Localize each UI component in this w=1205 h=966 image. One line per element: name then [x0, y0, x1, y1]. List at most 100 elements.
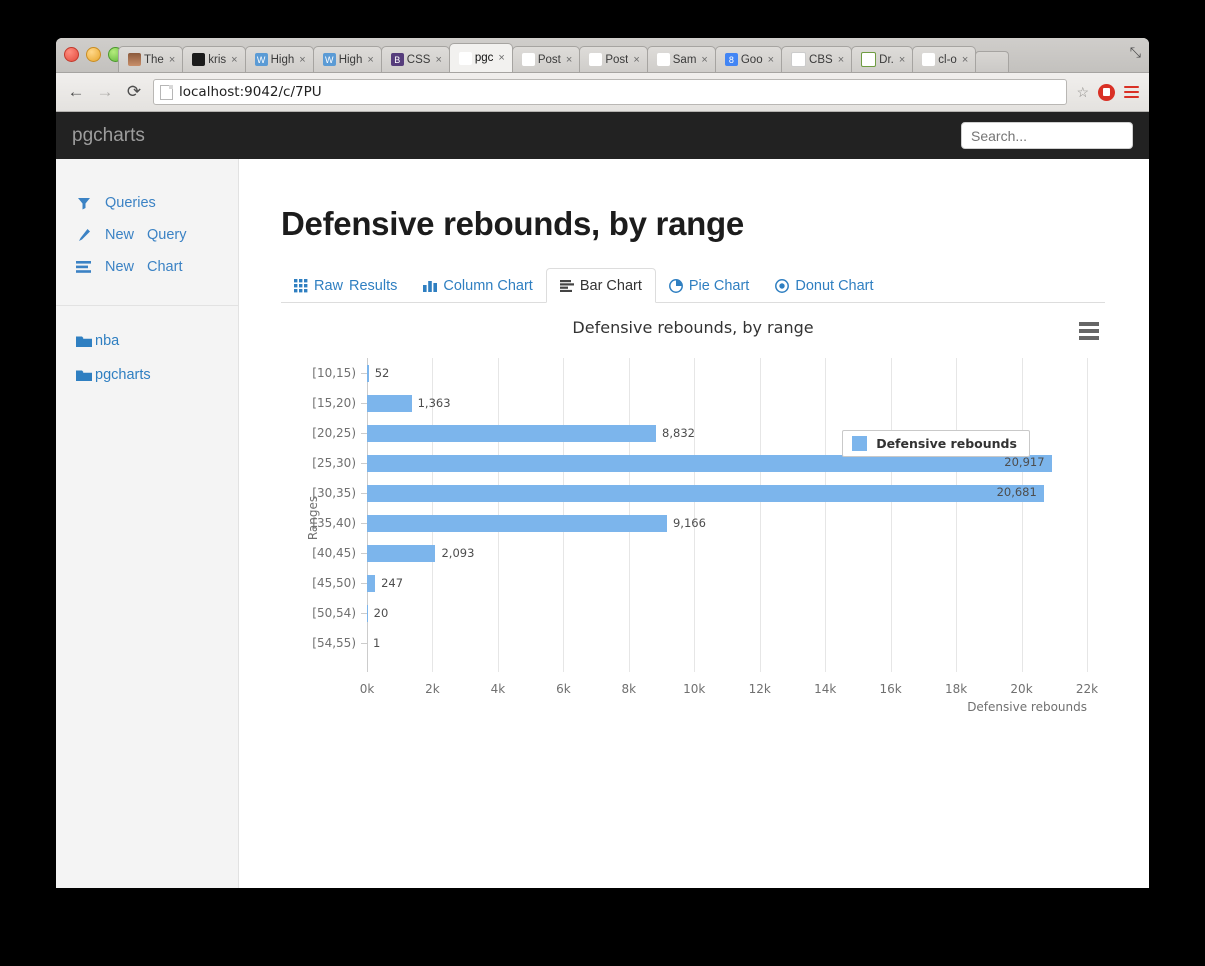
chart-bar-row[interactable]: [35,40) 9,166: [312, 508, 1087, 538]
browser-window: The × kris × W High × W High × B CSS × █ pgc × ☸ Post × ☻ Po…: [56, 38, 1149, 888]
chart-bar[interactable]: [367, 544, 436, 562]
browser-tab[interactable]: W High ×: [244, 46, 314, 72]
chart-bar[interactable]: [367, 604, 368, 622]
close-tab-icon[interactable]: ×: [699, 54, 707, 66]
browser-tab[interactable]: CBS ×: [781, 46, 853, 72]
y-axis-category-label: [35,40): [312, 516, 356, 530]
browser-tab[interactable]: kris ×: [182, 46, 246, 72]
sidebar-item-new-query[interactable]: New Query: [56, 219, 238, 251]
chart-legend[interactable]: Defensive rebounds: [842, 430, 1030, 457]
google-favicon: 8: [724, 53, 738, 66]
chart-bar-row[interactable]: [10,15) 52: [312, 358, 1087, 388]
expand-window-icon[interactable]: ⤡: [1130, 44, 1141, 61]
address-bar[interactable]: localhost:9042/c/7PU: [153, 79, 1068, 105]
sidebar-folder-label: nba: [95, 333, 120, 349]
close-tab-icon[interactable]: ×: [564, 54, 572, 66]
chart-bar-row[interactable]: [45,50) 247: [312, 568, 1087, 598]
browser-tab-title: Goo: [740, 53, 763, 66]
chart-bar[interactable]: [367, 574, 376, 592]
browser-tab[interactable]: S Dr. ×: [851, 46, 914, 72]
y-axis-category-label: [40,45): [312, 546, 356, 560]
browser-menu-icon[interactable]: [1124, 85, 1139, 99]
x-axis-tick-label: 20k: [1010, 682, 1033, 696]
browser-tab[interactable]: W High ×: [312, 46, 382, 72]
app-brand[interactable]: pgcharts: [72, 125, 145, 147]
browser-tab[interactable]: ❄ Sam ×: [646, 46, 716, 72]
close-window-button[interactable]: [64, 47, 79, 62]
close-tab-icon[interactable]: ×: [229, 54, 237, 66]
back-button[interactable]: ←: [66, 82, 86, 102]
sidebar-folder-nba[interactable]: nba: [56, 324, 238, 358]
browser-tab-title: cl-o: [938, 53, 957, 66]
close-tab-icon[interactable]: ×: [631, 54, 639, 66]
tab-column-chart[interactable]: Column Chart: [410, 268, 545, 303]
close-tab-icon[interactable]: ×: [766, 54, 774, 66]
close-tab-icon[interactable]: ×: [167, 54, 175, 66]
chart-bar-row[interactable]: [15,20) 1,363: [312, 388, 1087, 418]
sidebar-folder-pgcharts[interactable]: pgcharts: [56, 358, 238, 392]
chart-bar[interactable]: 20,917: [367, 454, 1052, 472]
browser-tab-title: High: [270, 53, 295, 66]
x-axis-title: Defensive rebounds: [967, 700, 1087, 714]
reload-button[interactable]: ⟳: [124, 82, 144, 102]
tab-pie-chart[interactable]: Pie Chart: [656, 268, 762, 303]
chart-bar-row[interactable]: [50,54) 20: [312, 598, 1087, 628]
adblock-icon[interactable]: [1098, 83, 1115, 101]
sidebar-item-queries[interactable]: Queries: [56, 187, 238, 219]
browser-tab[interactable]: ☻ Post ×: [579, 46, 648, 72]
chart-bar[interactable]: [367, 394, 412, 412]
tab-donut-chart[interactable]: Donut Chart: [762, 268, 886, 303]
close-tab-icon[interactable]: ×: [897, 54, 905, 66]
new-tab-button[interactable]: [975, 51, 1010, 72]
chart-bar-row[interactable]: [40,45) 2,093: [312, 538, 1087, 568]
postgres-favicon: ☸: [521, 53, 535, 66]
legend-color-swatch: [852, 436, 868, 451]
close-tab-icon[interactable]: ×: [496, 52, 504, 64]
chart-bar[interactable]: 20,681: [367, 484, 1044, 502]
grid-icon: [294, 278, 308, 293]
x-axis-tick-label: 14k: [814, 682, 837, 696]
page-icon: [160, 84, 173, 100]
filter-icon: [75, 196, 92, 210]
y-axis-category-label: [15,20): [312, 396, 356, 410]
browser-tab[interactable]: The ×: [118, 46, 184, 72]
close-tab-icon[interactable]: ×: [365, 54, 373, 66]
chart-bar-row[interactable]: [30,35) 20,681: [312, 478, 1087, 508]
chart-bar[interactable]: [367, 514, 667, 532]
highcharts-favicon: W: [322, 53, 336, 66]
search-input[interactable]: [961, 122, 1133, 149]
chart-bar[interactable]: [367, 424, 657, 442]
close-tab-icon[interactable]: ×: [433, 54, 441, 66]
tab-label: Pie Chart: [688, 277, 750, 294]
tab-bar-chart[interactable]: Bar Chart: [545, 268, 656, 303]
browser-tab[interactable]: B CSS ×: [380, 46, 450, 72]
chart-bar-row[interactable]: [54,55) 1: [312, 628, 1087, 658]
folder-icon: [75, 335, 92, 348]
pie-chart-icon: [668, 278, 683, 293]
browser-tab[interactable]: ☸ Post ×: [511, 46, 581, 72]
y-axis-category-label: [25,30): [312, 456, 356, 470]
main-content: Defensive rebounds, by range Raw Results C…: [239, 159, 1149, 888]
x-axis-tick-label: 22k: [1075, 682, 1099, 696]
chart-context-menu-icon[interactable]: [1079, 322, 1099, 340]
browser-tab[interactable]: Λcl-o ×: [912, 46, 977, 72]
forward-button[interactable]: →: [95, 82, 115, 102]
minimize-window-button[interactable]: [86, 47, 101, 62]
close-tab-icon[interactable]: ×: [836, 54, 844, 66]
close-tab-icon[interactable]: ×: [960, 54, 968, 66]
tab-raw[interactable]: Raw Results: [281, 268, 410, 303]
y-axis-category-label: [30,35): [312, 486, 356, 500]
browser-tab[interactable]: █ pgc ×: [448, 43, 513, 72]
browser-tabs: The × kris × W High × W High × B CSS × █ pgc × ☸ Post × ☻ Po…: [118, 42, 1109, 72]
page-title: Defensive rebounds, by range: [281, 205, 744, 242]
x-axis-tick-label: 8k: [621, 682, 637, 696]
browser-tab-title: CSS: [406, 53, 431, 66]
close-tab-icon[interactable]: ×: [297, 54, 305, 66]
y-axis-category-label: [50,54): [312, 606, 356, 620]
chart-bar[interactable]: [367, 364, 369, 382]
bookmark-star-icon[interactable]: ☆: [1076, 84, 1089, 101]
pgcharts-favicon: █: [458, 51, 472, 65]
address-bar-url: localhost:9042/c/7PU: [179, 84, 322, 100]
sidebar-item-new-chart[interactable]: New Chart: [56, 251, 238, 283]
browser-tab[interactable]: 8 Goo ×: [714, 46, 783, 72]
